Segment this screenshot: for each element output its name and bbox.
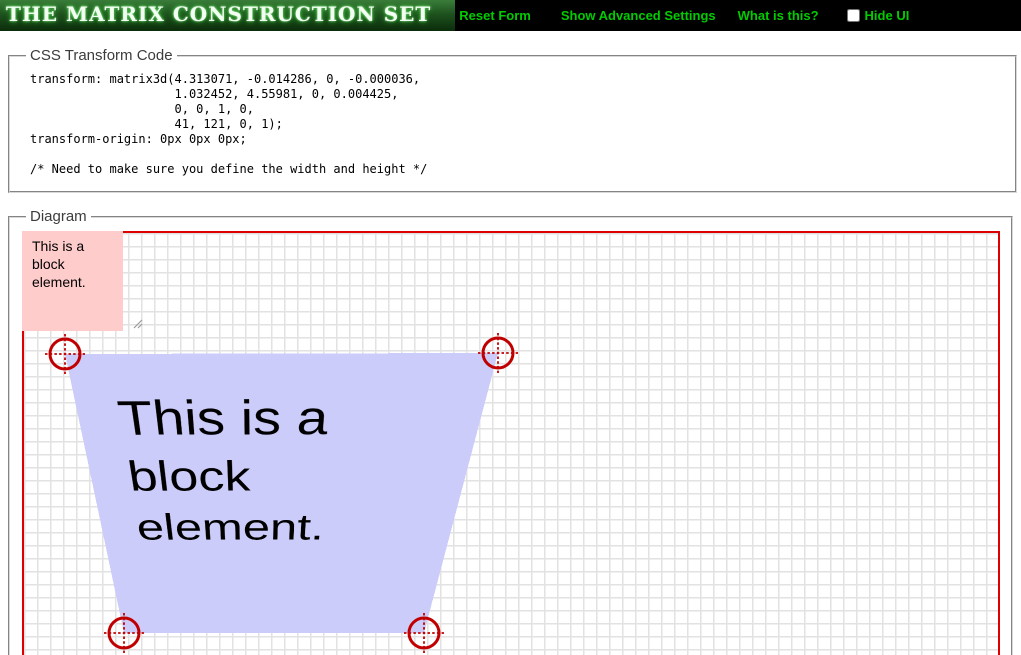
handle-3[interactable] (102, 611, 146, 655)
app-header: THE MATRIX CONSTRUCTION SET Reset Form S… (0, 0, 1021, 31)
css-code-output[interactable]: transform: matrix3d(4.313071, -0.014286,… (22, 66, 1005, 178)
crosshair-icon (43, 332, 87, 376)
diagram-legend: Diagram (26, 208, 91, 225)
hide-ui-control[interactable]: Hide UI (847, 8, 910, 23)
crosshair-icon (476, 331, 520, 375)
source-element-textarea[interactable]: This is a block element. (22, 231, 123, 331)
handle-2[interactable] (476, 331, 520, 375)
hide-ui-label: Hide UI (865, 8, 910, 23)
header-nav: Reset Form Show Advanced Settings What i… (455, 8, 909, 23)
css-transform-code-panel: CSS Transform Code transform: matrix3d(4… (8, 47, 1017, 193)
css-transform-code-legend: CSS Transform Code (26, 47, 177, 64)
crosshair-icon (102, 611, 146, 655)
diagram-stage: This is a block element. This is a block… (22, 231, 1001, 655)
app-title: THE MATRIX CONSTRUCTION SET (0, 0, 455, 31)
what-is-this-link[interactable]: What is this? (738, 8, 819, 23)
diagram-panel: Diagram This is a block element. This is… (8, 208, 1013, 655)
show-advanced-settings-link[interactable]: Show Advanced Settings (561, 8, 716, 23)
resize-grip-icon[interactable] (131, 317, 143, 329)
handle-1[interactable] (43, 332, 87, 376)
crosshair-icon (402, 611, 446, 655)
hide-ui-checkbox[interactable] (847, 9, 860, 22)
transformed-element: This is a block element. (65, 353, 498, 633)
handle-4[interactable] (402, 611, 446, 655)
reset-form-link[interactable]: Reset Form (459, 8, 531, 23)
